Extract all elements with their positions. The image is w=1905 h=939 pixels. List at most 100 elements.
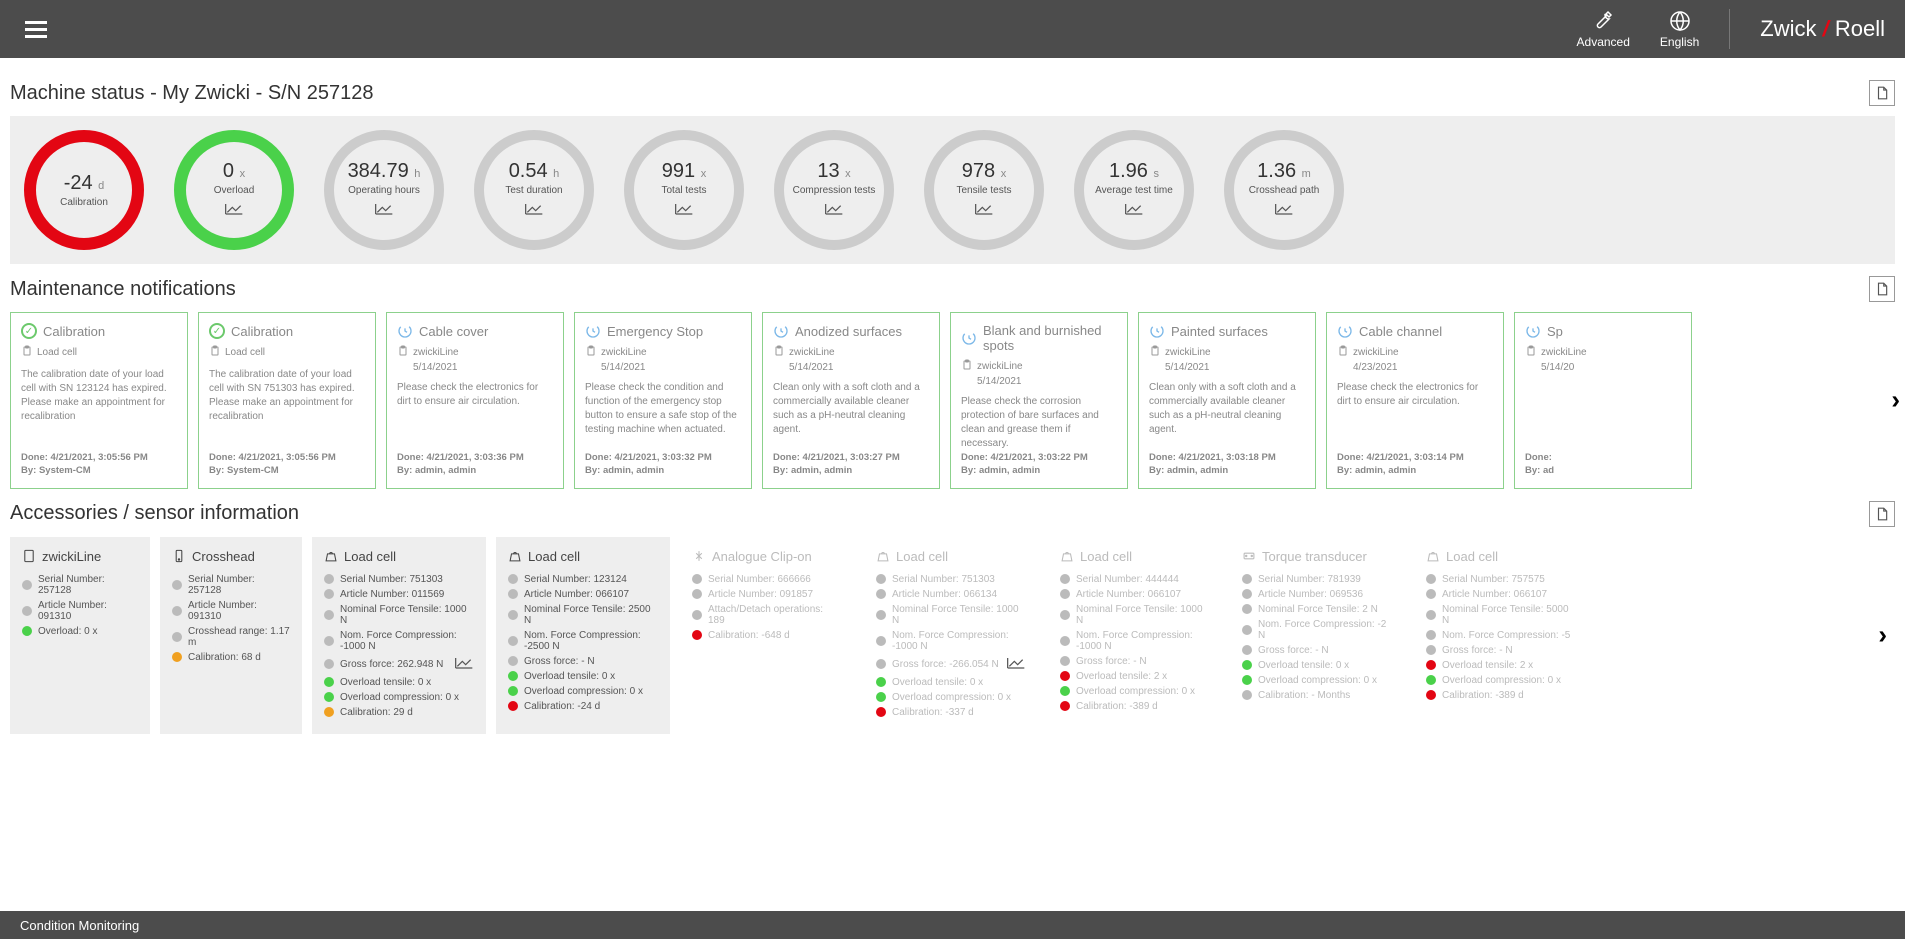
accessory-row: Article Number: 091310 xyxy=(172,600,290,622)
status-dot xyxy=(508,636,518,646)
accessory-row-text: Serial Number: 751303 xyxy=(340,574,443,585)
gauge-total-tests[interactable]: 991 x Total tests xyxy=(624,130,744,250)
notification-card[interactable]: Emergency Stop zwickiLine 5/14/2021 Plea… xyxy=(574,312,752,489)
device-icon xyxy=(508,549,522,563)
accessories-next[interactable]: › xyxy=(1878,620,1887,651)
accessory-card[interactable]: Load cellSerial Number: 757575Article Nu… xyxy=(1414,537,1588,734)
accessory-row-text: Crosshead range: 1.17 m xyxy=(188,626,290,648)
accessory-row-text: Overload tensile: 0 x xyxy=(1258,660,1349,671)
accessory-card[interactable]: Load cellSerial Number: 444444Article Nu… xyxy=(1048,537,1220,734)
schedule-icon xyxy=(397,323,413,339)
accessory-card[interactable]: Load cellSerial Number: 751303Article Nu… xyxy=(864,537,1038,734)
page-title-action[interactable] xyxy=(1869,80,1895,106)
notification-title: Sp xyxy=(1525,323,1681,339)
accessory-title: Torque transducer xyxy=(1242,549,1392,564)
accessory-row: Serial Number: 257128 xyxy=(22,574,138,596)
notification-subtitle: Load cell xyxy=(209,345,365,360)
notifications-action[interactable] xyxy=(1869,276,1895,302)
accessory-row-text: Article Number: 011569 xyxy=(340,589,444,600)
language-button[interactable]: English xyxy=(1660,9,1699,49)
chart-icon xyxy=(1274,202,1294,221)
gauge-label: Total tests xyxy=(661,185,706,196)
accessory-row: Article Number: 066134 xyxy=(876,589,1026,600)
accessory-card[interactable]: Load cellSerial Number: 123124Article Nu… xyxy=(496,537,670,734)
accessory-row: Calibration: -648 d xyxy=(692,630,842,641)
status-dot xyxy=(324,677,334,687)
gauge-tensile-tests[interactable]: 978 x Tensile tests xyxy=(924,130,1044,250)
accessory-row-text: Nominal Force Tensile: 1000 N xyxy=(1076,604,1208,626)
chart-icon[interactable] xyxy=(1006,656,1026,673)
accessory-row: Nom. Force Compression: -2 N xyxy=(1242,619,1392,641)
accessory-title: Analogue Clip-on xyxy=(692,549,842,564)
chart-icon[interactable] xyxy=(454,656,474,673)
status-dot xyxy=(1242,589,1252,599)
status-dot xyxy=(172,652,182,662)
status-dot xyxy=(876,659,886,669)
gauge-label: Crosshead path xyxy=(1249,185,1320,196)
accessory-title: zwickiLine xyxy=(22,549,138,564)
status-dot xyxy=(324,707,334,717)
notification-card[interactable]: Painted surfaces zwickiLine 5/14/2021 Cl… xyxy=(1138,312,1316,489)
accessory-row: Calibration: -389 d xyxy=(1426,690,1576,701)
notification-card[interactable]: ✓Calibration Load cell The calibration d… xyxy=(10,312,188,489)
notification-text: Clean only with a soft cloth and a comme… xyxy=(773,381,929,451)
notification-card[interactable]: Sp zwickiLine 5/14/20 Done:By: ad xyxy=(1514,312,1692,489)
accessory-row: Gross force: - N xyxy=(1242,645,1392,656)
gauge-calibration[interactable]: -24 d Calibration xyxy=(24,130,144,250)
accessory-row-text: Nom. Force Compression: -2500 N xyxy=(524,630,658,652)
gauge-operating-hours[interactable]: 384.79 h Operating hours xyxy=(324,130,444,250)
gauge-label: Calibration xyxy=(60,197,108,208)
accessory-row-text: Nom. Force Compression: -1000 N xyxy=(1076,630,1208,652)
accessory-row: Nom. Force Compression: -1000 N xyxy=(1060,630,1208,652)
status-dot xyxy=(172,632,182,642)
accessory-row-text: Overload tensile: 2 x xyxy=(1442,660,1533,671)
accessory-row-text: Calibration: -648 d xyxy=(708,630,790,641)
accessory-row-text: Serial Number: 257128 xyxy=(38,574,138,596)
accessory-title: Load cell xyxy=(508,549,658,564)
accessory-row-text: Serial Number: 781939 xyxy=(1258,574,1361,585)
accessory-row-text: Overload tensile: 2 x xyxy=(1076,671,1167,682)
accessories-action[interactable] xyxy=(1869,501,1895,527)
notification-title: Cable channel xyxy=(1337,323,1493,339)
accessory-row-text: Calibration: 68 d xyxy=(188,652,261,663)
advanced-button[interactable]: Advanced xyxy=(1577,9,1630,49)
accessory-row: Overload tensile: 0 x xyxy=(1242,660,1392,671)
accessory-row: Gross force: - N xyxy=(508,656,658,667)
accessory-card[interactable]: Analogue Clip-onSerial Number: 666666Art… xyxy=(680,537,854,734)
status-dot xyxy=(324,692,334,702)
notification-card[interactable]: Anodized surfaces zwickiLine 5/14/2021 C… xyxy=(762,312,940,489)
notification-card[interactable]: ✓Calibration Load cell The calibration d… xyxy=(198,312,376,489)
gauge-compression-tests[interactable]: 13 x Compression tests xyxy=(774,130,894,250)
accessory-card[interactable]: Torque transducerSerial Number: 781939Ar… xyxy=(1230,537,1404,734)
notification-card[interactable]: Blank and burnished spots zwickiLine 5/1… xyxy=(950,312,1128,489)
status-dot xyxy=(692,574,702,584)
accessory-row: Calibration: 29 d xyxy=(324,707,474,718)
notification-text: Please check the electronics for dirt to… xyxy=(1337,381,1493,451)
accessory-card[interactable]: CrossheadSerial Number: 257128Article Nu… xyxy=(160,537,302,734)
accessory-card[interactable]: Load cellSerial Number: 751303Article Nu… xyxy=(312,537,486,734)
notification-card[interactable]: Cable cover zwickiLine 5/14/2021 Please … xyxy=(386,312,564,489)
menu-button[interactable] xyxy=(20,12,52,47)
accessory-card[interactable]: zwickiLineSerial Number: 257128Article N… xyxy=(10,537,150,734)
accessory-row-text: Article Number: 091310 xyxy=(188,600,290,622)
notification-footer: Done:By: ad xyxy=(1525,451,1681,478)
device-icon xyxy=(1426,549,1440,563)
status-dot xyxy=(1426,610,1436,620)
notification-card[interactable]: Cable channel zwickiLine 4/23/2021 Pleas… xyxy=(1326,312,1504,489)
schedule-icon xyxy=(773,323,789,339)
accessory-row-text: Nom. Force Compression: -5 xyxy=(1442,630,1570,641)
gauge-crosshead-path[interactable]: 1.36 m Crosshead path xyxy=(1224,130,1344,250)
gauge-overload[interactable]: 0 x Overload xyxy=(174,130,294,250)
gauge-average-test-time[interactable]: 1.96 s Average test time xyxy=(1074,130,1194,250)
gauge-test-duration[interactable]: 0.54 h Test duration xyxy=(474,130,594,250)
accessory-row-text: Overload compression: 0 x xyxy=(1076,686,1195,697)
notifications-next[interactable]: › xyxy=(1891,385,1900,416)
schedule-icon xyxy=(961,330,977,346)
notification-date: 5/14/20 xyxy=(1541,362,1681,373)
accessory-row: Gross force: - N xyxy=(1426,645,1576,656)
accessory-row-text: Gross force: -266.054 N xyxy=(892,659,999,670)
status-dot xyxy=(1060,574,1070,584)
accessories-title: Accessories / sensor information xyxy=(10,502,299,525)
status-dot xyxy=(508,574,518,584)
clipboard-icon xyxy=(961,359,973,374)
